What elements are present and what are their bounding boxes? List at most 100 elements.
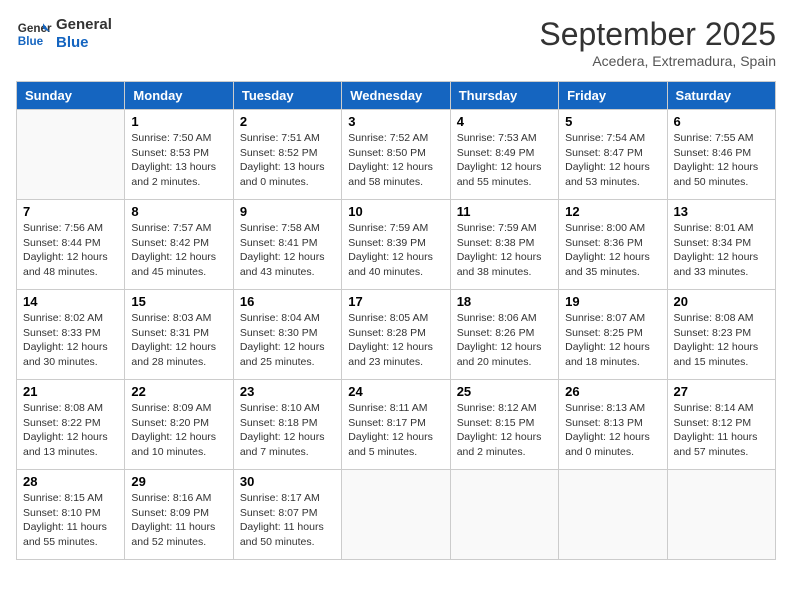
day-info: Sunrise: 8:05 AM Sunset: 8:28 PM Dayligh… xyxy=(348,311,443,370)
day-info: Sunrise: 8:15 AM Sunset: 8:10 PM Dayligh… xyxy=(23,491,118,550)
calendar-cell: 22 Sunrise: 8:09 AM Sunset: 8:20 PM Dayli… xyxy=(125,380,233,470)
calendar-cell: 20Sunrise: 8:08 AM Sunset: 8:23 PM Dayli… xyxy=(667,290,775,380)
day-info: Sunrise: 8:14 AM Sunset: 8:12 PM Dayligh… xyxy=(674,401,769,460)
day-number: 30 xyxy=(240,474,335,489)
day-number: 23 xyxy=(240,384,335,399)
day-info: Sunrise: 7:51 AM Sunset: 8:52 PM Dayligh… xyxy=(240,131,335,190)
day-info: Sunrise: 8:17 AM Sunset: 8:07 PM Dayligh… xyxy=(240,491,335,550)
calendar-cell: 2 Sunrise: 7:51 AM Sunset: 8:52 PM Daylig… xyxy=(233,110,341,200)
day-number: 14 xyxy=(23,294,118,309)
calendar-cell: 3 Sunrise: 7:52 AM Sunset: 8:50 PM Daylig… xyxy=(342,110,450,200)
calendar-cell: 29 Sunrise: 8:16 AM Sunset: 8:09 PM Dayli… xyxy=(125,470,233,560)
calendar-cell: 21Sunrise: 8:08 AM Sunset: 8:22 PM Dayli… xyxy=(17,380,125,470)
day-number: 21 xyxy=(23,384,118,399)
day-number: 7 xyxy=(23,204,118,219)
day-number: 16 xyxy=(240,294,335,309)
header-cell-monday: Monday xyxy=(125,82,233,110)
day-number: 28 xyxy=(23,474,118,489)
calendar-cell: 4Sunrise: 7:53 AM Sunset: 8:49 PM Daylig… xyxy=(450,110,558,200)
calendar-cell: 5 Sunrise: 7:54 AM Sunset: 8:47 PM Daylig… xyxy=(559,110,667,200)
calendar-cell: 13 Sunrise: 8:01 AM Sunset: 8:34 PM Dayli… xyxy=(667,200,775,290)
day-number: 8 xyxy=(131,204,226,219)
calendar-body: 1 Sunrise: 7:50 AM Sunset: 8:53 PM Daylig… xyxy=(17,110,776,560)
day-info: Sunrise: 8:07 AM Sunset: 8:25 PM Dayligh… xyxy=(565,311,660,370)
calendar-cell: 17 Sunrise: 8:05 AM Sunset: 8:28 PM Dayli… xyxy=(342,290,450,380)
day-info: Sunrise: 7:56 AM Sunset: 8:44 PM Dayligh… xyxy=(23,221,118,280)
day-info: Sunrise: 8:09 AM Sunset: 8:20 PM Dayligh… xyxy=(131,401,226,460)
day-info: Sunrise: 7:50 AM Sunset: 8:53 PM Dayligh… xyxy=(131,131,226,190)
day-number: 24 xyxy=(348,384,443,399)
header-cell-sunday: Sunday xyxy=(17,82,125,110)
day-number: 22 xyxy=(131,384,226,399)
day-number: 29 xyxy=(131,474,226,489)
day-info: Sunrise: 8:12 AM Sunset: 8:15 PM Dayligh… xyxy=(457,401,552,460)
calendar-cell: 10Sunrise: 7:59 AM Sunset: 8:39 PM Dayli… xyxy=(342,200,450,290)
day-number: 13 xyxy=(674,204,769,219)
day-number: 11 xyxy=(457,204,552,219)
day-number: 3 xyxy=(348,114,443,129)
location-title: Acedera, Extremadura, Spain xyxy=(539,53,776,69)
calendar-cell: 15 Sunrise: 8:03 AM Sunset: 8:31 PM Dayli… xyxy=(125,290,233,380)
calendar-cell: 7 Sunrise: 7:56 AM Sunset: 8:44 PM Daylig… xyxy=(17,200,125,290)
day-number: 2 xyxy=(240,114,335,129)
calendar-cell: 27 Sunrise: 8:14 AM Sunset: 8:12 PM Dayli… xyxy=(667,380,775,470)
day-info: Sunrise: 8:13 AM Sunset: 8:13 PM Dayligh… xyxy=(565,401,660,460)
day-number: 6 xyxy=(674,114,769,129)
week-row-1: 1 Sunrise: 7:50 AM Sunset: 8:53 PM Daylig… xyxy=(17,110,776,200)
header-cell-tuesday: Tuesday xyxy=(233,82,341,110)
calendar-cell xyxy=(342,470,450,560)
day-number: 12 xyxy=(565,204,660,219)
day-number: 5 xyxy=(565,114,660,129)
day-info: Sunrise: 7:52 AM Sunset: 8:50 PM Dayligh… xyxy=(348,131,443,190)
calendar-table: SundayMondayTuesdayWednesdayThursdayFrid… xyxy=(16,81,776,560)
header-cell-saturday: Saturday xyxy=(667,82,775,110)
week-row-5: 28 Sunrise: 8:15 AM Sunset: 8:10 PM Dayli… xyxy=(17,470,776,560)
day-number: 18 xyxy=(457,294,552,309)
day-number: 27 xyxy=(674,384,769,399)
day-number: 9 xyxy=(240,204,335,219)
header-cell-thursday: Thursday xyxy=(450,82,558,110)
day-number: 1 xyxy=(131,114,226,129)
logo-icon: General Blue xyxy=(16,16,52,52)
calendar-cell xyxy=(17,110,125,200)
day-info: Sunrise: 7:58 AM Sunset: 8:41 PM Dayligh… xyxy=(240,221,335,280)
calendar-cell: 12Sunrise: 8:00 AM Sunset: 8:36 PM Dayli… xyxy=(559,200,667,290)
calendar-cell: 28 Sunrise: 8:15 AM Sunset: 8:10 PM Dayli… xyxy=(17,470,125,560)
day-info: Sunrise: 8:06 AM Sunset: 8:26 PM Dayligh… xyxy=(457,311,552,370)
day-number: 19 xyxy=(565,294,660,309)
day-info: Sunrise: 8:04 AM Sunset: 8:30 PM Dayligh… xyxy=(240,311,335,370)
day-number: 15 xyxy=(131,294,226,309)
logo-general: General xyxy=(56,16,112,34)
day-info: Sunrise: 7:54 AM Sunset: 8:47 PM Dayligh… xyxy=(565,131,660,190)
day-number: 26 xyxy=(565,384,660,399)
day-info: Sunrise: 8:11 AM Sunset: 8:17 PM Dayligh… xyxy=(348,401,443,460)
calendar-header-row: SundayMondayTuesdayWednesdayThursdayFrid… xyxy=(17,82,776,110)
logo-blue: Blue xyxy=(56,34,112,52)
calendar-cell xyxy=(559,470,667,560)
calendar-cell: 26 Sunrise: 8:13 AM Sunset: 8:13 PM Dayli… xyxy=(559,380,667,470)
day-info: Sunrise: 8:03 AM Sunset: 8:31 PM Dayligh… xyxy=(131,311,226,370)
logo: General Blue General Blue xyxy=(16,16,112,52)
calendar-cell: 25 Sunrise: 8:12 AM Sunset: 8:15 PM Dayli… xyxy=(450,380,558,470)
week-row-2: 7 Sunrise: 7:56 AM Sunset: 8:44 PM Daylig… xyxy=(17,200,776,290)
calendar-cell: 9 Sunrise: 7:58 AM Sunset: 8:41 PM Daylig… xyxy=(233,200,341,290)
calendar-cell: 24 Sunrise: 8:11 AM Sunset: 8:17 PM Dayli… xyxy=(342,380,450,470)
day-info: Sunrise: 8:01 AM Sunset: 8:34 PM Dayligh… xyxy=(674,221,769,280)
day-number: 17 xyxy=(348,294,443,309)
day-info: Sunrise: 7:53 AM Sunset: 8:49 PM Dayligh… xyxy=(457,131,552,190)
month-title: September 2025 xyxy=(539,16,776,53)
day-info: Sunrise: 8:10 AM Sunset: 8:18 PM Dayligh… xyxy=(240,401,335,460)
day-info: Sunrise: 7:55 AM Sunset: 8:46 PM Dayligh… xyxy=(674,131,769,190)
day-number: 25 xyxy=(457,384,552,399)
title-area: September 2025 Acedera, Extremadura, Spa… xyxy=(539,16,776,69)
day-info: Sunrise: 8:08 AM Sunset: 8:23 PM Dayligh… xyxy=(674,311,769,370)
svg-text:Blue: Blue xyxy=(18,35,44,48)
day-info: Sunrise: 7:57 AM Sunset: 8:42 PM Dayligh… xyxy=(131,221,226,280)
day-info: Sunrise: 7:59 AM Sunset: 8:39 PM Dayligh… xyxy=(348,221,443,280)
calendar-cell: 23 Sunrise: 8:10 AM Sunset: 8:18 PM Dayli… xyxy=(233,380,341,470)
calendar-cell: 14Sunrise: 8:02 AM Sunset: 8:33 PM Dayli… xyxy=(17,290,125,380)
week-row-3: 14Sunrise: 8:02 AM Sunset: 8:33 PM Dayli… xyxy=(17,290,776,380)
calendar-cell: 8 Sunrise: 7:57 AM Sunset: 8:42 PM Daylig… xyxy=(125,200,233,290)
day-info: Sunrise: 8:16 AM Sunset: 8:09 PM Dayligh… xyxy=(131,491,226,550)
calendar-cell: 1 Sunrise: 7:50 AM Sunset: 8:53 PM Daylig… xyxy=(125,110,233,200)
